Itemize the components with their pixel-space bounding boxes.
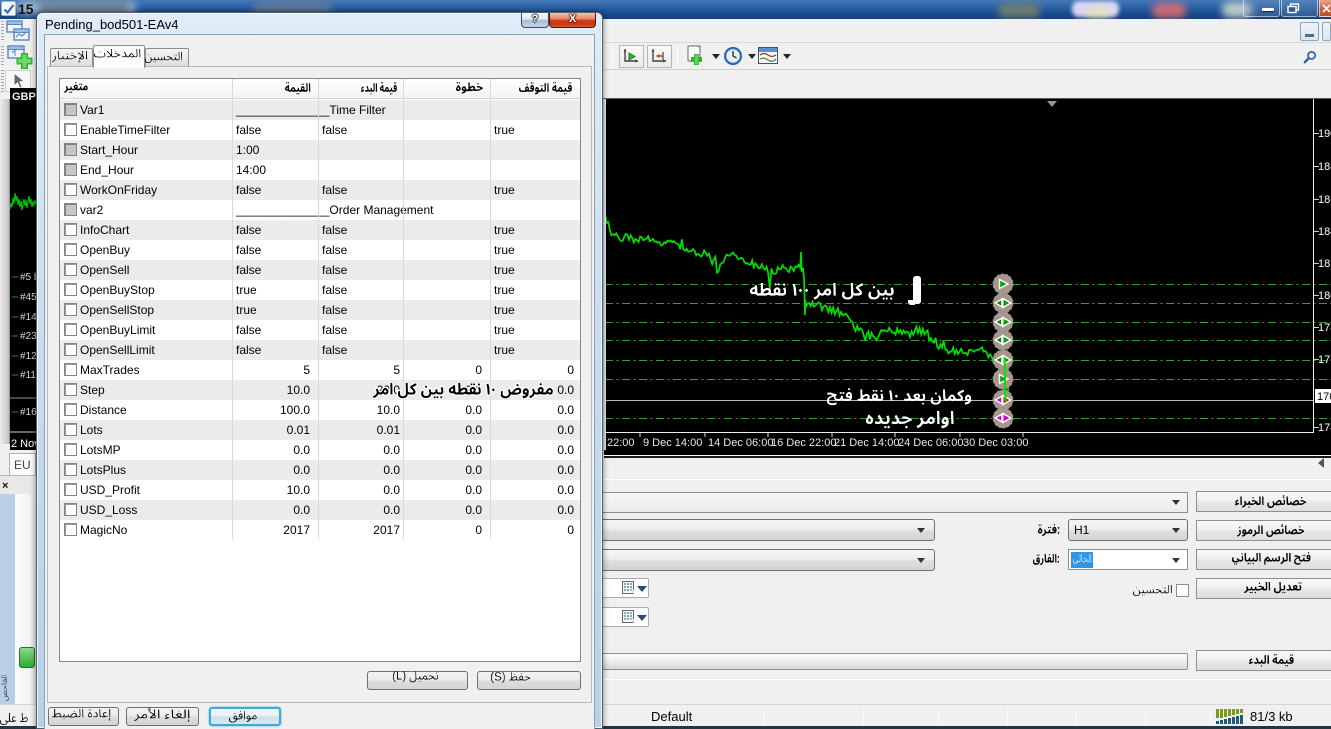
svg-text:188.00: 188.00 [1318, 161, 1331, 173]
svg-text:174.00: 174.00 [1318, 422, 1331, 434]
svg-text:186.00: 186.00 [1318, 194, 1331, 206]
svg-text:24 Dec 06:00: 24 Dec 06:00 [898, 437, 963, 449]
svg-text:9 Dec 14:00: 9 Dec 14:00 [643, 437, 702, 449]
svg-text:2 Nov: 2 Nov [11, 438, 36, 450]
svg-text:30 Dec 03:00: 30 Dec 03:00 [963, 437, 1028, 449]
svg-text:#11: #11 [20, 370, 36, 381]
svg-text:#5 b: #5 b [20, 272, 36, 283]
svg-text:180.00: 180.00 [1318, 290, 1331, 302]
svg-text:#16s: #16s [20, 407, 36, 418]
svg-text:22:00: 22:00 [607, 437, 635, 449]
svg-text:21 Dec 14:00: 21 Dec 14:00 [834, 437, 899, 449]
svg-text:184.00: 184.00 [1318, 226, 1331, 238]
svg-text:14 Dec 06:00: 14 Dec 06:00 [708, 437, 773, 449]
svg-text:190.00: 190.00 [1318, 128, 1331, 140]
svg-text:#12b: #12b [20, 351, 36, 362]
svg-text:178.00: 178.00 [1318, 322, 1331, 334]
svg-text:#23b: #23b [20, 331, 36, 342]
svg-text:176.00: 176.00 [1318, 354, 1331, 366]
svg-text:#14b: #14b [20, 312, 36, 323]
svg-text:#45b: #45b [20, 292, 36, 303]
svg-text:16 Dec 22:00: 16 Dec 22:00 [771, 437, 836, 449]
svg-text:182.00: 182.00 [1318, 258, 1331, 270]
svg-text:170.9: 170.9 [1317, 391, 1331, 403]
